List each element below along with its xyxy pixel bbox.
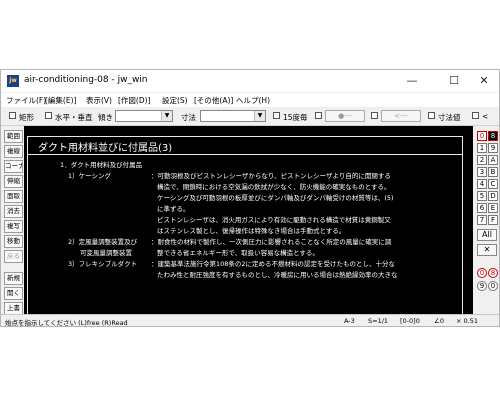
layer-group-button[interactable]: 6 — [477, 203, 487, 213]
chevron-down-icon: ▼ — [254, 111, 265, 121]
deg15-label: 15度毎 — [283, 113, 308, 122]
layer-close-button[interactable]: ✕ — [477, 244, 497, 256]
menu-bar: ファイル(F) [編集(E)] 表示(V) [作図(D)] 設定(S) [その他… — [1, 93, 499, 107]
status-hint: 始点を指示してください (L)free (R)Read — [5, 319, 128, 327]
hv-checkbox[interactable] — [45, 112, 52, 119]
menu-settings[interactable]: 設定(S) — [162, 95, 188, 106]
drawing-text-line: 1．ダクト用材料及び付属品 — [60, 161, 143, 169]
rect-checkbox[interactable] — [9, 112, 16, 119]
tool-copy-button[interactable]: 複写 — [4, 220, 23, 233]
layer-circle-button[interactable]: 9 — [477, 281, 487, 291]
arrow-button[interactable]: <--- — [381, 110, 421, 122]
drawing-text-line: ：耐食性の材料で製作し、一次側圧力に影響されることなく所定の風量に確実に調 — [151, 238, 392, 246]
layer-group-button[interactable]: 2 — [477, 155, 487, 165]
drawing-text-line: ：建築基準法施行令第108条の2に定める不燃材料の認定を受けたものとし、十分な — [151, 260, 396, 268]
tool-open-button[interactable]: 開く — [4, 287, 23, 300]
layer-group-button[interactable]: 9 — [488, 143, 498, 153]
size-label: 寸法 — [181, 113, 196, 122]
layer-circle-button[interactable]: 0 — [488, 281, 498, 291]
jw-app-icon: jw — [7, 75, 19, 87]
layer-group-button[interactable]: F — [488, 215, 498, 225]
tool-chamfer-button[interactable]: 面取 — [4, 190, 23, 203]
layer-group-button[interactable]: B — [488, 167, 498, 177]
close-button[interactable]: ✕ — [469, 70, 499, 92]
drawing-canvas[interactable]: ダクト用材料並びに付属品(3) 1．ダクト用材料及び付属品 1）ケーシング ：可… — [24, 126, 473, 314]
left-tool-panel: 範囲 複線 コーナー 伸縮 面取 消去 複写 移動 戻る 新規 開く 上書 — [1, 126, 23, 315]
drawing-text-line: ：可動羽根及びピストンレシーザからなり、ピストンレシーザより自的に開閉する — [151, 172, 391, 180]
drawing-text-line: たわみ性と耐圧強度を有するものとし、冷暖房に用いる場合は熱絶縁効率の大きな — [157, 271, 398, 279]
drawing-heading: ダクト用材料並びに付属品(3) — [38, 143, 173, 154]
menu-edit[interactable]: [編集(E)] — [45, 95, 76, 106]
circle-checkbox[interactable] — [315, 112, 322, 119]
drawing-text-line: 1）ケーシング — [68, 172, 112, 180]
layer-circle-button[interactable]: 8 — [488, 268, 498, 278]
menu-help[interactable]: ヘルプ(H) — [236, 95, 270, 106]
drawing-text-line: に準ずる。 — [157, 205, 190, 213]
chevron-down-icon: ▼ — [161, 111, 172, 121]
zoom-readout[interactable]: × 0.51 — [456, 317, 478, 325]
window-title: air-conditioning-08 - jw_win — [24, 75, 148, 85]
minimize-button[interactable]: — — [397, 70, 427, 92]
tool-new-button[interactable]: 新規 — [4, 272, 23, 285]
drawing-text-line: 構造で、閉鎖時における空気漏の欽拭が少なく、防火機能の確実なものとする。 — [157, 183, 391, 191]
app-window: jw air-conditioning-08 - jw_win — ☐ ✕ ファ… — [0, 69, 500, 327]
layer-group-button[interactable]: 8 — [488, 131, 498, 141]
drawing-text-line: ピストンレシーザは、消火用ガスにより有効に駆動される構造で材質は黄銅製又 — [157, 216, 391, 224]
tool-erase-button[interactable]: 消去 — [4, 205, 23, 218]
layer-group-button[interactable]: 5 — [477, 191, 487, 201]
status-bar: 始点を指示してください (L)free (R)Read A-3 S=1/1 [0… — [1, 314, 499, 327]
drawing-text-line: 整できる省エネルギー形で、取扱い容易な構造とする。 — [157, 249, 319, 257]
tilt-label: 傾き — [98, 113, 113, 122]
menu-other[interactable]: [その他(A)] — [194, 95, 233, 106]
drawing-text-line: ケーシング及び可動羽根の板厚並びにダンパ軸及びダンパ軸受けの材質等は、(5) — [157, 194, 394, 202]
hv-label: 水平・垂直 — [55, 113, 93, 122]
tool-undo-button[interactable]: 戻る — [4, 250, 23, 263]
layer-group-button[interactable]: 4 — [477, 179, 487, 189]
tool-stretch-button[interactable]: 伸縮 — [4, 175, 23, 188]
layer-group-button[interactable]: 0 — [477, 131, 487, 141]
layer-group-button[interactable]: 1 — [477, 143, 487, 153]
drawing-text-line: 2）定風量調整装置及び — [68, 238, 138, 246]
layer-panel: 0 8 1 9 2 A 3 B 4 C 5 D 6 E 7 F All ✕ 0 … — [475, 126, 499, 314]
menu-file[interactable]: ファイル(F) — [6, 95, 46, 106]
tool-corner-button[interactable]: コーナー — [4, 160, 23, 173]
tool-range-button[interactable]: 範囲 — [4, 130, 23, 143]
lt-checkbox[interactable] — [472, 112, 479, 119]
scale-readout[interactable]: S=1/1 — [368, 317, 388, 325]
tilt-combo[interactable]: ▼ — [115, 110, 173, 122]
menu-view[interactable]: 表示(V) — [86, 95, 112, 106]
circle-point-button[interactable]: ●--- — [325, 110, 365, 122]
layer-group-button[interactable]: C — [488, 179, 498, 189]
layer-readout[interactable]: [0-0]0 — [400, 317, 420, 325]
tool-bar: 矩形 水平・垂直 傾き ▼ 寸法 ▼ 15度毎 ●--- <--- 寸法値 < — [1, 108, 499, 126]
title-bar: jw air-conditioning-08 - jw_win — ☐ ✕ — [1, 70, 499, 92]
layer-circle-button[interactable]: 0 — [477, 268, 487, 278]
tool-offset-button[interactable]: 複線 — [4, 145, 23, 158]
drawing-text-line: 可変風量調整装置 — [80, 249, 132, 257]
tool-move-button[interactable]: 移動 — [4, 235, 23, 248]
layer-group-button[interactable]: 7 — [477, 215, 487, 225]
drawing-text-line: はステンレス製とし、復帰操作は特殊なき場合は手動式とする。 — [157, 227, 346, 235]
layer-group-button[interactable]: 3 — [477, 167, 487, 177]
deg15-checkbox[interactable] — [273, 112, 280, 119]
frame-divider — [28, 154, 462, 155]
maximize-button[interactable]: ☐ — [439, 70, 469, 92]
lt-label: < — [482, 112, 489, 121]
layer-group-button[interactable]: A — [488, 155, 498, 165]
size-combo[interactable]: ▼ — [200, 110, 266, 122]
menu-draw[interactable]: [作図(D)] — [118, 95, 150, 106]
dim-value-label: 寸法値 — [438, 113, 461, 122]
angle-readout[interactable]: ∠0 — [434, 317, 444, 325]
dim-value-checkbox[interactable] — [428, 112, 435, 119]
layer-group-button[interactable]: D — [488, 191, 498, 201]
rect-label: 矩形 — [19, 113, 34, 122]
arrow-checkbox[interactable] — [371, 112, 378, 119]
all-layers-button[interactable]: All — [477, 229, 497, 241]
layer-group-button[interactable]: E — [488, 203, 498, 213]
paper-size[interactable]: A-3 — [344, 317, 355, 325]
drawing-text-line: 3）フレキシブルダクト — [68, 260, 138, 268]
